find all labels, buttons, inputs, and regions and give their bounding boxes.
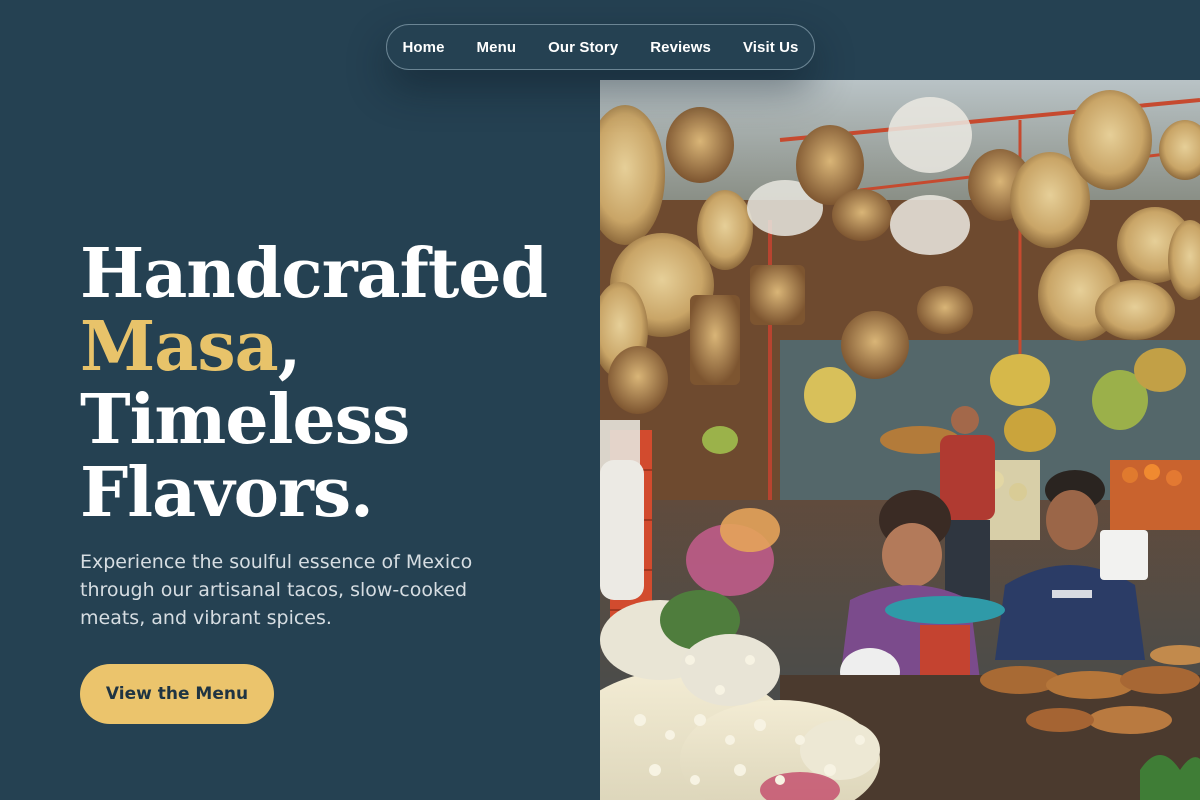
hero-photo [600,80,1200,800]
hero-title-line-2: Masa, [80,311,580,384]
hero-title-line-4: Flavors. [80,453,374,533]
main-nav: Home Menu Our Story Reviews Visit Us [386,24,815,70]
hero-subtitle: Experience the soulful essence of Mexico… [80,551,473,629]
hero-title-line-3: Timeless [80,380,410,460]
nav-visit-us-link[interactable]: Visit Us [743,39,799,56]
nav-home-link[interactable]: Home [402,39,444,56]
hero-title: Handcrafted Masa, Timeless Flavors. [80,238,580,530]
mexican-market-baskets-flowers-icon [600,80,1200,800]
nav-menu-link[interactable]: Menu [477,39,517,56]
hero-title-comma: , [277,307,302,387]
hero-title-line-1: Handcrafted [80,234,548,314]
view-menu-button[interactable]: View the Menu [80,664,274,724]
hero-title-accent: Masa [80,307,279,387]
nav-our-story-link[interactable]: Our Story [548,39,618,56]
nav-reviews-link[interactable]: Reviews [650,39,711,56]
